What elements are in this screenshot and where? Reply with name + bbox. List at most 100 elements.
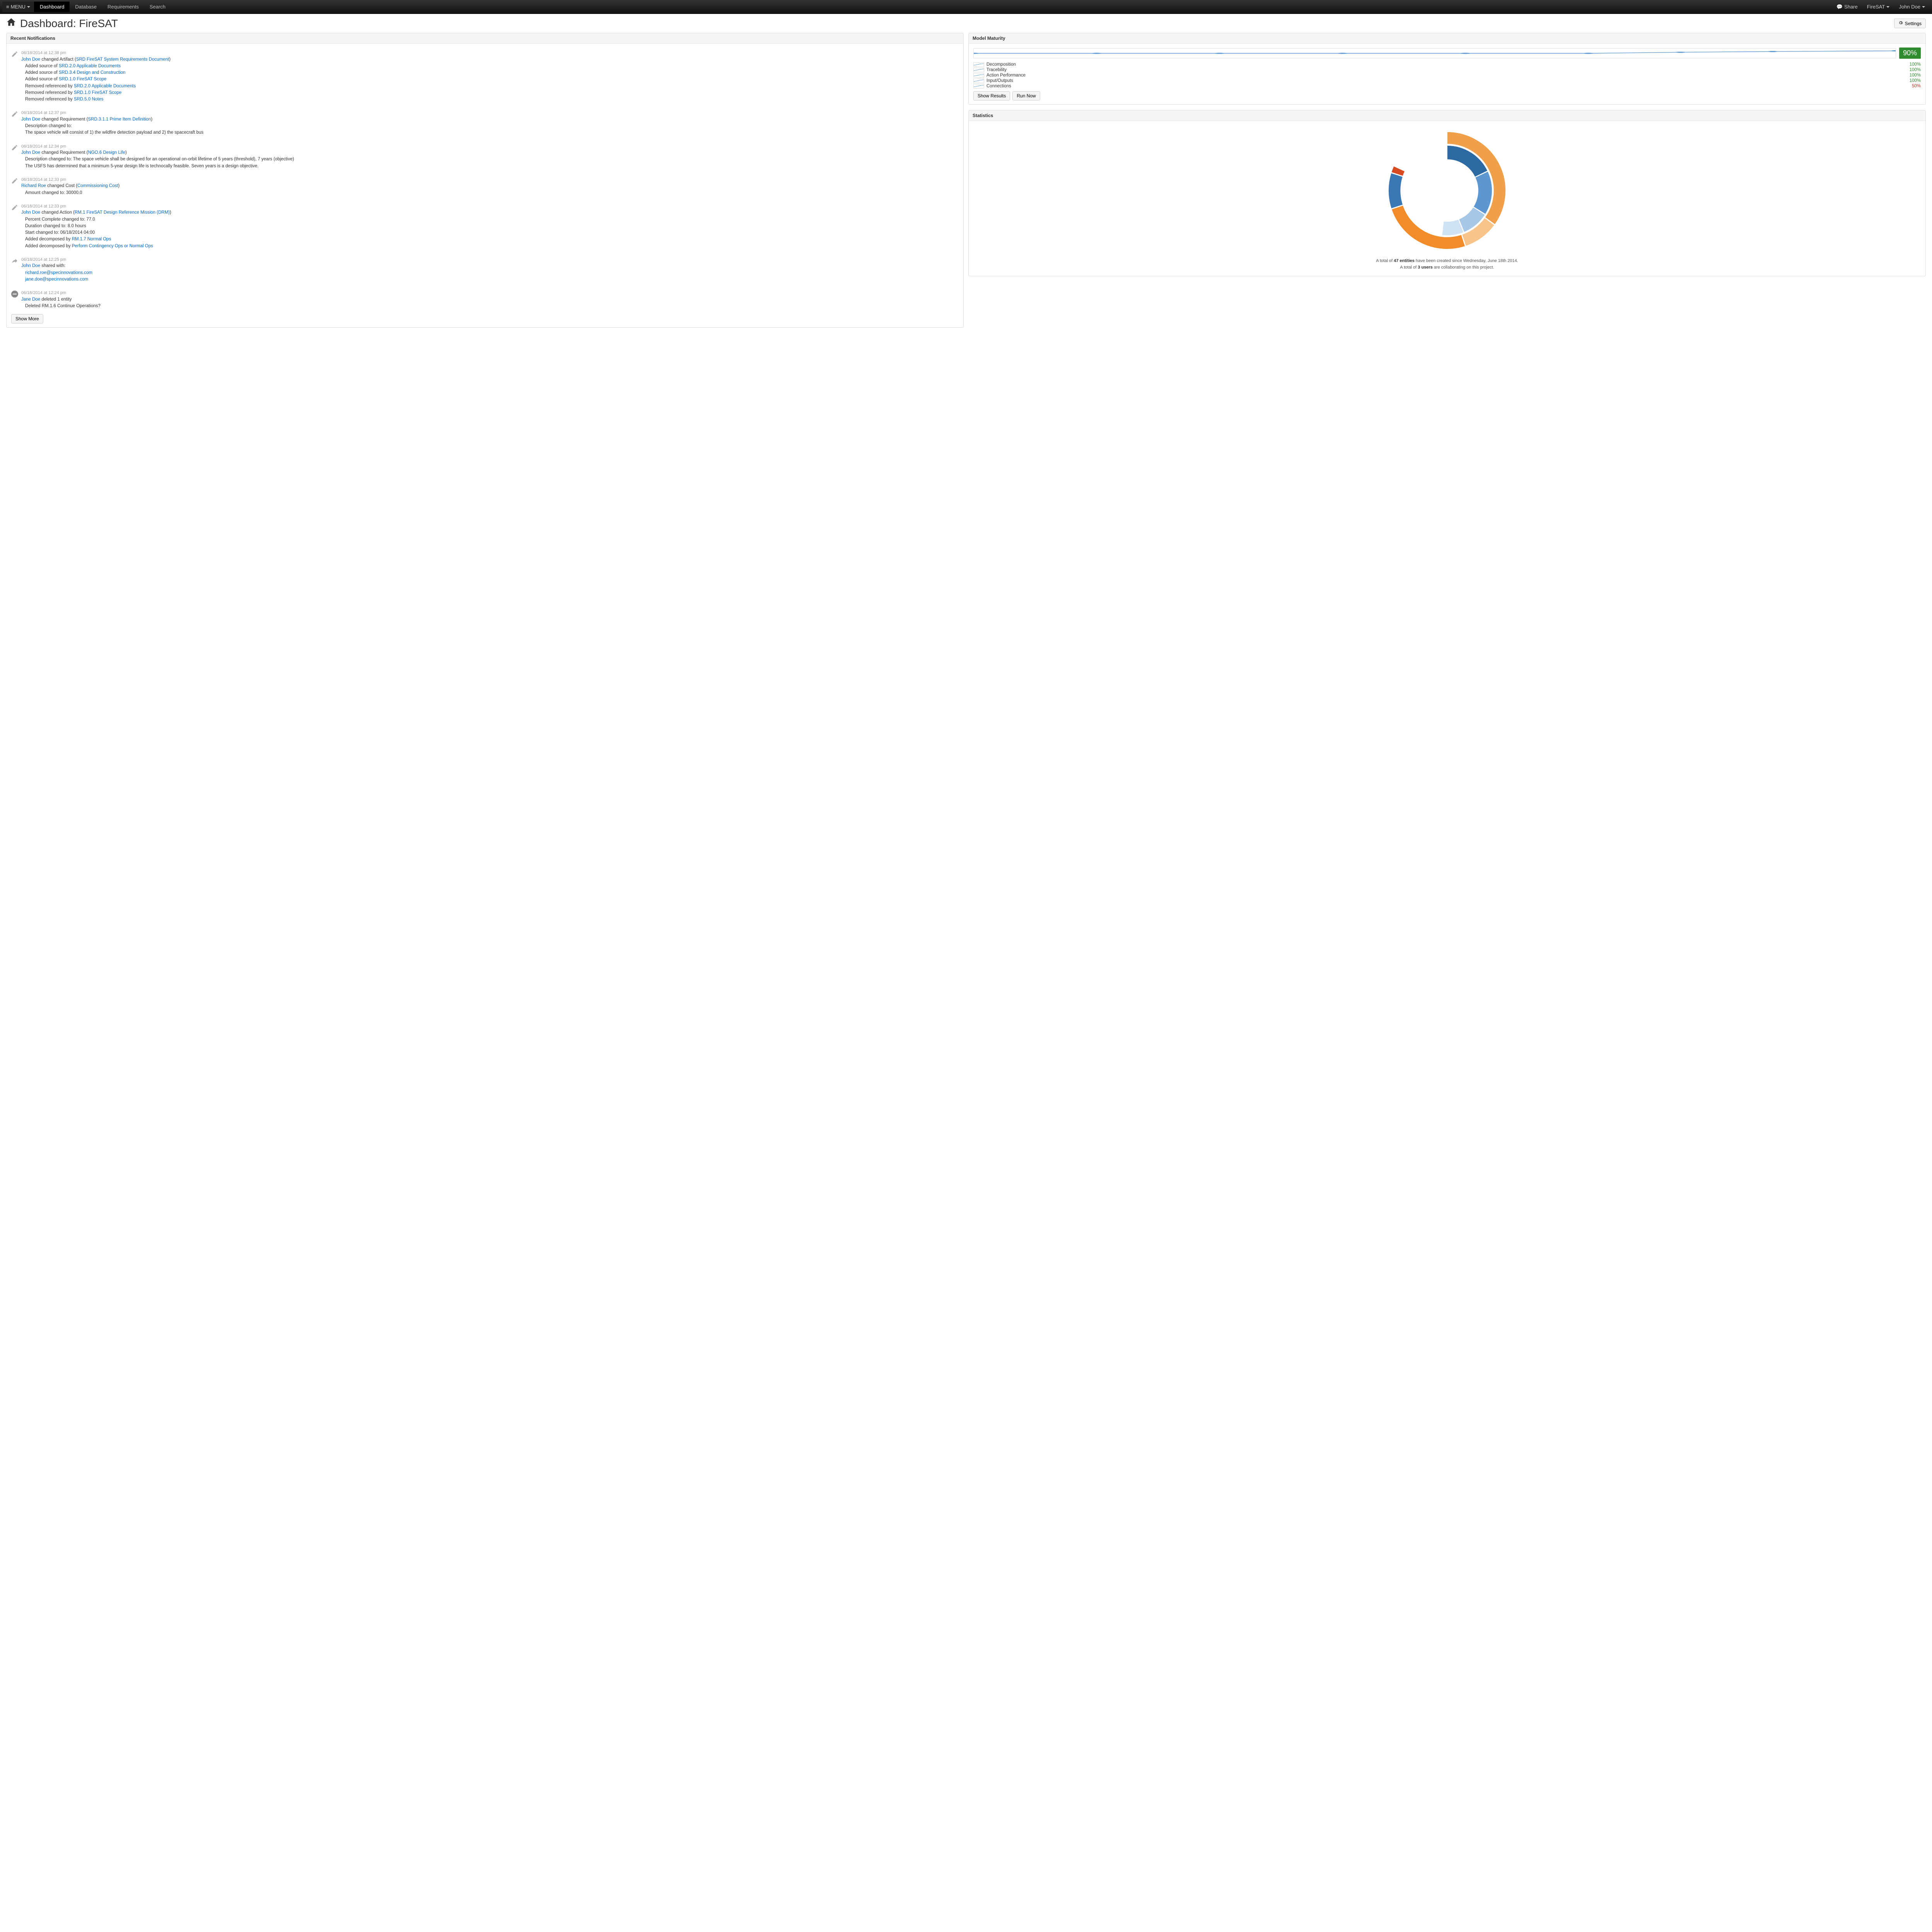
share-button[interactable]: 💬 Share [1832, 2, 1862, 12]
metric-sparkline [973, 73, 984, 78]
statistics-title: Statistics [969, 111, 1925, 121]
notification-actor-link[interactable]: Jane Doe [21, 297, 40, 302]
maturity-metric-row: Action Performance100% [973, 73, 1921, 78]
user-menu[interactable]: John Doe [1894, 2, 1930, 12]
home-icon [6, 17, 16, 30]
maturity-metric-row: Decomposition100% [973, 62, 1921, 67]
notification-detail: Added source of SRD.1.0 FireSAT Scope [25, 76, 959, 83]
notification-detail: Added decomposed by Perform Contingency … [25, 243, 959, 250]
show-more-button[interactable]: Show More [11, 314, 43, 323]
run-now-button[interactable]: Run Now [1012, 91, 1040, 100]
menu-button[interactable]: ≡ MENU [2, 2, 34, 12]
notification-verb: changed Requirement ( [41, 117, 88, 122]
pencil-icon [11, 177, 18, 184]
notification-detail-link[interactable]: SRD.2.0 Applicable Documents [74, 84, 136, 88]
project-picker[interactable]: FireSAT [1862, 2, 1895, 12]
notification-time: 06/18/2014 at 12:33 pm [21, 203, 959, 210]
notification-target-link[interactable]: NGO.6 Design Life [88, 150, 126, 155]
metric-label: Tracebility [986, 68, 1902, 72]
donut-segment [1473, 171, 1492, 214]
notification-detail: Amount changed to: 30000.0 [25, 190, 959, 196]
notification-verb: deleted 1 entity [41, 297, 71, 302]
metric-sparkline [973, 78, 984, 83]
share-icon [11, 257, 18, 264]
notification-detail-link[interactable]: jane.doe@specinnovations.com [25, 277, 88, 282]
notification-actor-link[interactable]: John Doe [21, 150, 40, 155]
notification-time: 06/18/2014 at 12:25 pm [21, 257, 959, 263]
notification-detail: Removed referenced by SRD.1.0 FireSAT Sc… [25, 90, 959, 96]
pencil-icon [11, 204, 18, 211]
maturity-metric-row: Connections50% [973, 83, 1921, 89]
notification-body: 06/18/2014 at 12:25 pmJohn Doe shared wi… [21, 257, 959, 283]
notification-verb: changed Requirement ( [41, 150, 88, 155]
notification-detail-link[interactable]: SRD.1.0 FireSAT Scope [74, 90, 122, 95]
notification-detail: jane.doe@specinnovations.com [25, 276, 959, 283]
notification-detail: Added source of SRD.3.4 Design and Const… [25, 70, 959, 76]
notification-verb: changed Action ( [41, 210, 75, 215]
notification-target-link[interactable]: RM.1 FireSAT Design Reference Mission (D… [75, 210, 170, 215]
notification-verb: shared with: [41, 264, 65, 268]
statistics-donut-chart [1385, 129, 1509, 252]
notification-detail: Description changed to: [25, 123, 959, 129]
notification-detail-link[interactable]: SRD.2.0 Applicable Documents [59, 64, 121, 68]
notification-verb: changed Artifact ( [41, 57, 76, 62]
notification-detail: Description changed to: The space vehicl… [25, 156, 959, 163]
topnav: ≡ MENU Dashboard Database Requirements S… [0, 0, 1932, 14]
nav-dashboard[interactable]: Dashboard [34, 2, 70, 12]
notification-head: Jane Doe deleted 1 entity [21, 296, 959, 303]
stats-users-prefix: A total of [1400, 265, 1418, 270]
notification-detail-link[interactable]: Perform Contingency Ops or Normal Ops [72, 244, 153, 248]
maturity-metric-row: Input/Outputs100% [973, 78, 1921, 83]
nav-requirements[interactable]: Requirements [102, 2, 144, 12]
maturity-overall-pct: 90% [1899, 48, 1921, 59]
metric-sparkline [973, 68, 984, 72]
notification-detail-link[interactable]: SRD.3.4 Design and Construction [59, 70, 126, 75]
notification-detail: richard.roe@specinnovations.com [25, 270, 959, 276]
menu-label: MENU [11, 4, 26, 10]
settings-button[interactable]: Settings [1894, 19, 1926, 28]
notification-body: 06/18/2014 at 12:33 pmJohn Doe changed A… [21, 203, 959, 250]
metric-label: Decomposition [986, 62, 1902, 67]
notification-time: 06/18/2014 at 12:34 pm [21, 143, 959, 150]
page-title-text: Dashboard: FireSAT [20, 17, 118, 30]
notification-detail: The space vehicle will consist of 1) the… [25, 129, 959, 136]
notification-actor-link[interactable]: John Doe [21, 264, 40, 268]
notification-body: 06/18/2014 at 12:33 pmRichard Roe change… [21, 177, 959, 196]
notification-target-link[interactable]: SRD.3.1.1 Prime Item Definition [88, 117, 151, 122]
notification-detail-link[interactable]: richard.roe@specinnovations.com [25, 270, 92, 275]
notification-actor-link[interactable]: John Doe [21, 117, 40, 122]
show-results-button[interactable]: Show Results [973, 91, 1010, 100]
share-icon: 💬 [1837, 4, 1843, 10]
notification-actor-link[interactable]: Richard Roe [21, 184, 46, 188]
notification-target-link[interactable]: SRD FireSAT System Requirements Document [76, 57, 169, 62]
stats-users-count: 3 users [1418, 265, 1433, 270]
pencil-icon [11, 51, 18, 58]
notification-actor-link[interactable]: John Doe [21, 210, 40, 215]
model-maturity-title: Model Maturity [969, 33, 1925, 44]
stats-entities-count: 47 entities [1394, 259, 1415, 263]
notification-time: 06/18/2014 at 12:37 pm [21, 110, 959, 116]
notification-body: 06/18/2014 at 12:38 pmJohn Doe changed A… [21, 50, 959, 103]
notification-detail-link[interactable]: SRD.5.0 Notes [74, 97, 104, 102]
notification-target-link[interactable]: Commissioning Cost [77, 184, 118, 188]
notification-actor-link[interactable]: John Doe [21, 57, 40, 62]
notification-detail-link[interactable]: RM.1.7 Normal Ops [72, 237, 111, 242]
nav-search[interactable]: Search [144, 2, 171, 12]
statistics-caption: A total of 47 entities have been created… [973, 255, 1921, 272]
metric-sparkline [973, 84, 984, 88]
delete-icon [11, 291, 18, 298]
notification-item: 06/18/2014 at 12:33 pmJohn Doe changed A… [11, 201, 959, 254]
page-title: Dashboard: FireSAT [6, 17, 1894, 30]
notification-detail: Added decomposed by RM.1.7 Normal Ops [25, 236, 959, 243]
notification-detail-link[interactable]: SRD.1.0 FireSAT Scope [59, 77, 107, 82]
settings-label: Settings [1905, 21, 1922, 26]
nav-database[interactable]: Database [70, 2, 102, 12]
notification-time: 06/18/2014 at 12:38 pm [21, 50, 959, 56]
stats-users-suffix: are collaborating on this project. [1434, 265, 1494, 270]
notification-body: 06/18/2014 at 12:24 pmJane Doe deleted 1… [21, 290, 959, 310]
notification-detail: Deleted RM.1.6 Continue Operations? [25, 303, 959, 310]
notification-verb: changed Cost ( [47, 184, 77, 188]
metric-value: 100% [1902, 68, 1921, 72]
notification-time: 06/18/2014 at 12:33 pm [21, 177, 959, 183]
metric-label: Input/Outputs [986, 78, 1902, 83]
